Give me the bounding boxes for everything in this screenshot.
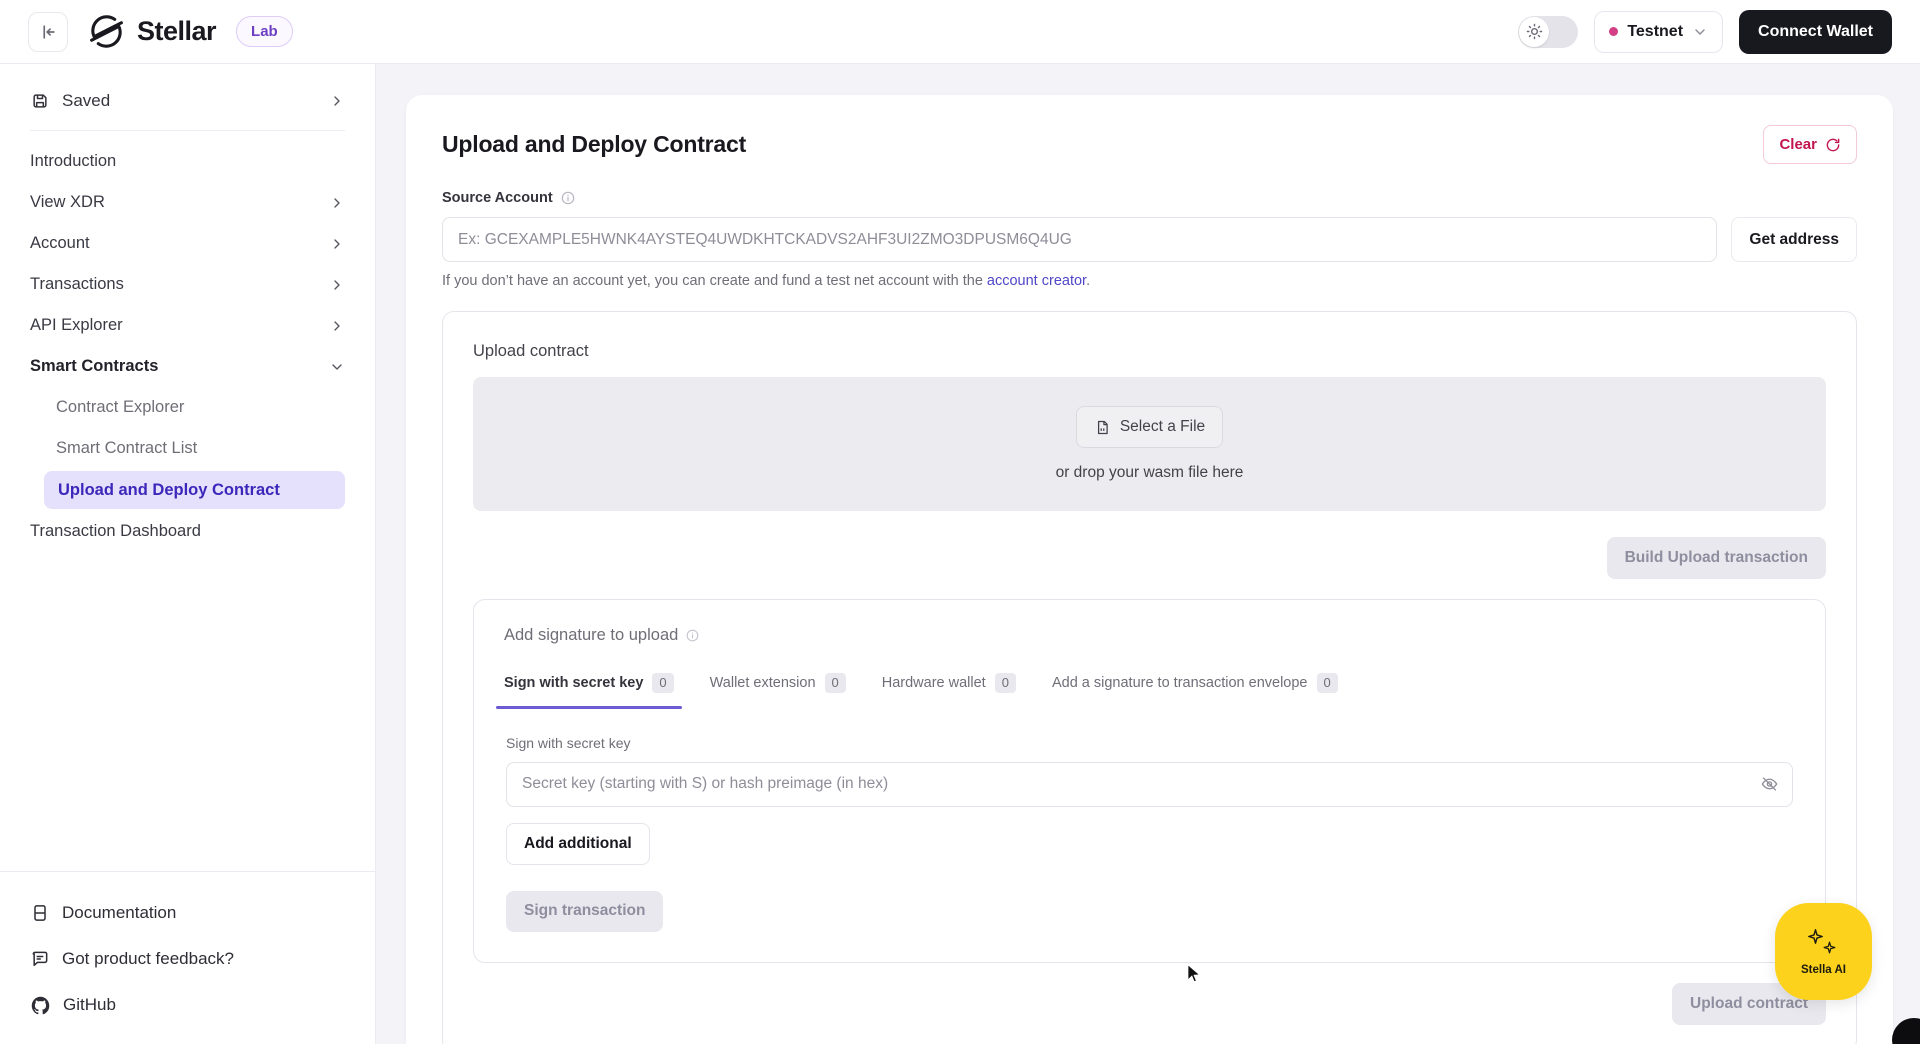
sidebar-item-account[interactable]: Account (0, 223, 375, 264)
chevron-right-icon (329, 93, 345, 109)
book-icon (30, 903, 50, 923)
sidebar-item-saved[interactable]: Saved (0, 78, 375, 124)
info-icon[interactable] (685, 628, 700, 643)
sidebar-item-transaction-dashboard[interactable]: Transaction Dashboard (0, 511, 375, 552)
top-header: Stellar Lab Testnet Connect Wallet (0, 0, 1920, 64)
upload-contract-section-label: Upload contract (473, 342, 589, 360)
chevron-down-icon (1692, 24, 1708, 40)
clear-button[interactable]: Clear (1763, 125, 1857, 164)
secret-key-panel: Sign with secret key Add additional Sign… (504, 735, 1795, 932)
sidebar-footer: Documentation Got product feedback? GitH… (0, 871, 375, 1044)
sign-with-secret-key-label: Sign with secret key (506, 734, 631, 751)
select-file-button[interactable]: Select a File (1075, 406, 1224, 448)
refresh-icon (1825, 137, 1841, 153)
build-upload-transaction-button[interactable]: Build Upload transaction (1606, 537, 1826, 579)
github-icon (30, 995, 51, 1016)
tab-add-signature-envelope[interactable]: Add a signature to transaction envelope … (1052, 673, 1338, 709)
add-signature-section: Add signature to upload Sign with secret… (473, 599, 1826, 963)
comment-icon (30, 949, 50, 969)
source-account-input[interactable] (442, 217, 1718, 262)
upload-deploy-card: Upload and Deploy Contract Clear Source … (406, 95, 1893, 1044)
sidebar-item-transactions[interactable]: Transactions (0, 264, 375, 305)
save-icon (30, 91, 50, 111)
chevron-right-icon (329, 195, 345, 211)
chevron-right-icon (329, 318, 345, 334)
stellar-logo[interactable]: Stellar (88, 13, 217, 50)
sidebar-item-documentation[interactable]: Documentation (30, 890, 345, 936)
tab-count-badge: 0 (824, 673, 846, 693)
sidebar-item-contract-explorer[interactable]: Contract Explorer (56, 387, 345, 428)
tab-wallet-extension[interactable]: Wallet extension 0 (710, 673, 846, 709)
page-title: Upload and Deploy Contract (442, 131, 747, 157)
secret-key-input[interactable] (506, 761, 1793, 807)
connect-wallet-button[interactable]: Connect Wallet (1739, 9, 1892, 54)
collapse-sidebar-button[interactable] (28, 11, 68, 52)
stella-ai-label: Stella AI (1801, 964, 1846, 976)
sidebar-item-feedback[interactable]: Got product feedback? (30, 936, 345, 982)
network-label: Testnet (1627, 22, 1684, 40)
sidebar-item-view-xdr[interactable]: View XDR (0, 182, 375, 223)
upload-contract-section: Upload contract Select a File or drop yo… (442, 311, 1857, 1044)
sidebar: Saved Introduction View XDR Account Tran… (0, 64, 376, 1044)
sidebar-item-smart-contracts[interactable]: Smart Contracts (0, 346, 375, 387)
sidebar-item-github[interactable]: GitHub (30, 982, 345, 1028)
add-signature-title: Add signature to upload (504, 626, 679, 644)
tab-count-badge: 0 (1316, 673, 1338, 693)
wasm-dropzone[interactable]: Select a File or drop your wasm file her… (473, 377, 1826, 511)
collapse-left-icon (38, 22, 58, 42)
brand-name: Stellar (137, 16, 217, 46)
sign-transaction-button[interactable]: Sign transaction (506, 890, 664, 932)
eye-off-icon[interactable] (1760, 775, 1779, 794)
stella-ai-button[interactable]: Stella AI (1775, 903, 1872, 1000)
tab-hardware-wallet[interactable]: Hardware wallet 0 (882, 673, 1016, 709)
get-address-button[interactable]: Get address (1731, 217, 1857, 262)
chevron-right-icon (329, 277, 345, 293)
add-additional-button[interactable]: Add additional (506, 822, 650, 865)
stellar-mark-icon (88, 13, 125, 50)
main-area: Upload and Deploy Contract Clear Source … (376, 64, 1920, 1044)
sidebar-item-label: Saved (62, 91, 111, 110)
source-account-label: Source Account (442, 190, 553, 206)
sidebar-item-introduction[interactable]: Introduction (0, 141, 375, 182)
sidebar-divider (30, 130, 345, 131)
drop-hint: or drop your wasm file here (1055, 464, 1244, 481)
network-selector[interactable]: Testnet (1594, 10, 1724, 53)
tab-count-badge: 0 (652, 673, 674, 693)
chevron-right-icon (329, 236, 345, 252)
sidebar-item-api-explorer[interactable]: API Explorer (0, 305, 375, 346)
network-status-dot (1609, 27, 1619, 36)
signature-tabs: Sign with secret key 0 Wallet extension … (496, 673, 1795, 709)
tab-sign-with-secret-key[interactable]: Sign with secret key 0 (496, 673, 682, 709)
sidebar-item-smart-contract-list[interactable]: Smart Contract List (56, 428, 345, 469)
lab-badge: Lab (236, 16, 293, 47)
info-icon[interactable] (560, 190, 576, 206)
sidebar-item-upload-deploy-contract[interactable]: Upload and Deploy Contract (44, 471, 345, 509)
source-account-helper: If you don’t have an account yet, you ca… (442, 273, 1091, 289)
sparkles-icon (1804, 927, 1844, 961)
sun-icon (1519, 16, 1550, 47)
account-creator-link[interactable]: account creator (987, 273, 1086, 289)
theme-toggle[interactable] (1518, 15, 1579, 48)
file-icon (1094, 419, 1111, 436)
tab-count-badge: 0 (994, 673, 1016, 693)
chevron-down-icon (329, 359, 345, 375)
